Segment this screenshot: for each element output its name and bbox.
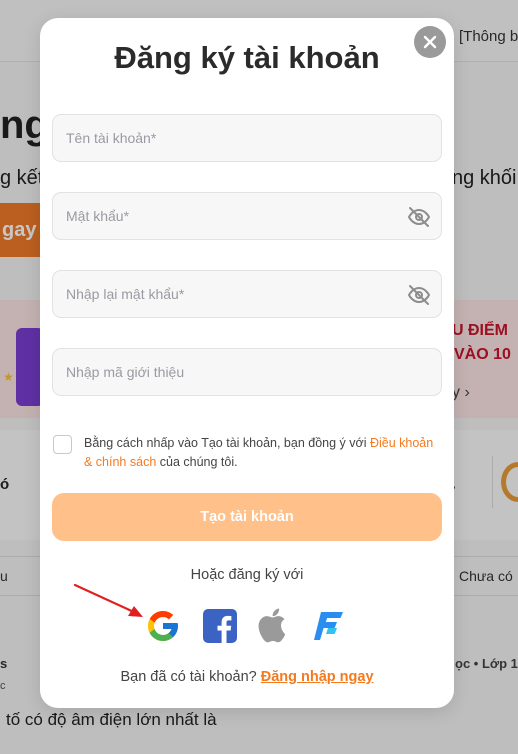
- terms-text: Bằng cách nhấp vào Tạo tài khoản, bạn đồ…: [84, 434, 434, 472]
- login-prompt-text: Bạn đã có tài khoản?: [120, 669, 261, 685]
- referral-code-input[interactable]: [53, 349, 441, 395]
- f-brand-icon[interactable]: [312, 608, 348, 644]
- login-now-link[interactable]: Đăng nhập ngay: [261, 669, 374, 685]
- close-button[interactable]: [414, 26, 446, 58]
- confirm-password-input[interactable]: [53, 271, 441, 317]
- eye-slash-icon[interactable]: [407, 205, 431, 229]
- password-input[interactable]: [53, 193, 441, 239]
- confirm-password-field[interactable]: [52, 270, 442, 318]
- terms-prefix: Bằng cách nhấp vào Tạo tài khoản, bạn đồ…: [84, 436, 370, 450]
- referral-code-field[interactable]: [52, 348, 442, 396]
- annotation-arrow: [73, 583, 143, 617]
- close-icon: [423, 35, 437, 49]
- eye-slash-icon[interactable]: [407, 283, 431, 307]
- apple-icon[interactable]: [257, 608, 293, 644]
- create-account-button[interactable]: Tạo tài khoản: [52, 493, 442, 541]
- username-field[interactable]: [52, 114, 442, 162]
- username-input[interactable]: [53, 115, 441, 161]
- modal-title: Đăng ký tài khoản: [114, 40, 380, 75]
- terms-checkbox[interactable]: [53, 435, 72, 454]
- facebook-icon[interactable]: [202, 608, 238, 644]
- password-field[interactable]: [52, 192, 442, 240]
- login-prompt: Bạn đã có tài khoản? Đăng nhập ngay: [40, 669, 454, 685]
- terms-suffix: của chúng tôi.: [156, 455, 238, 469]
- google-icon[interactable]: [145, 608, 181, 644]
